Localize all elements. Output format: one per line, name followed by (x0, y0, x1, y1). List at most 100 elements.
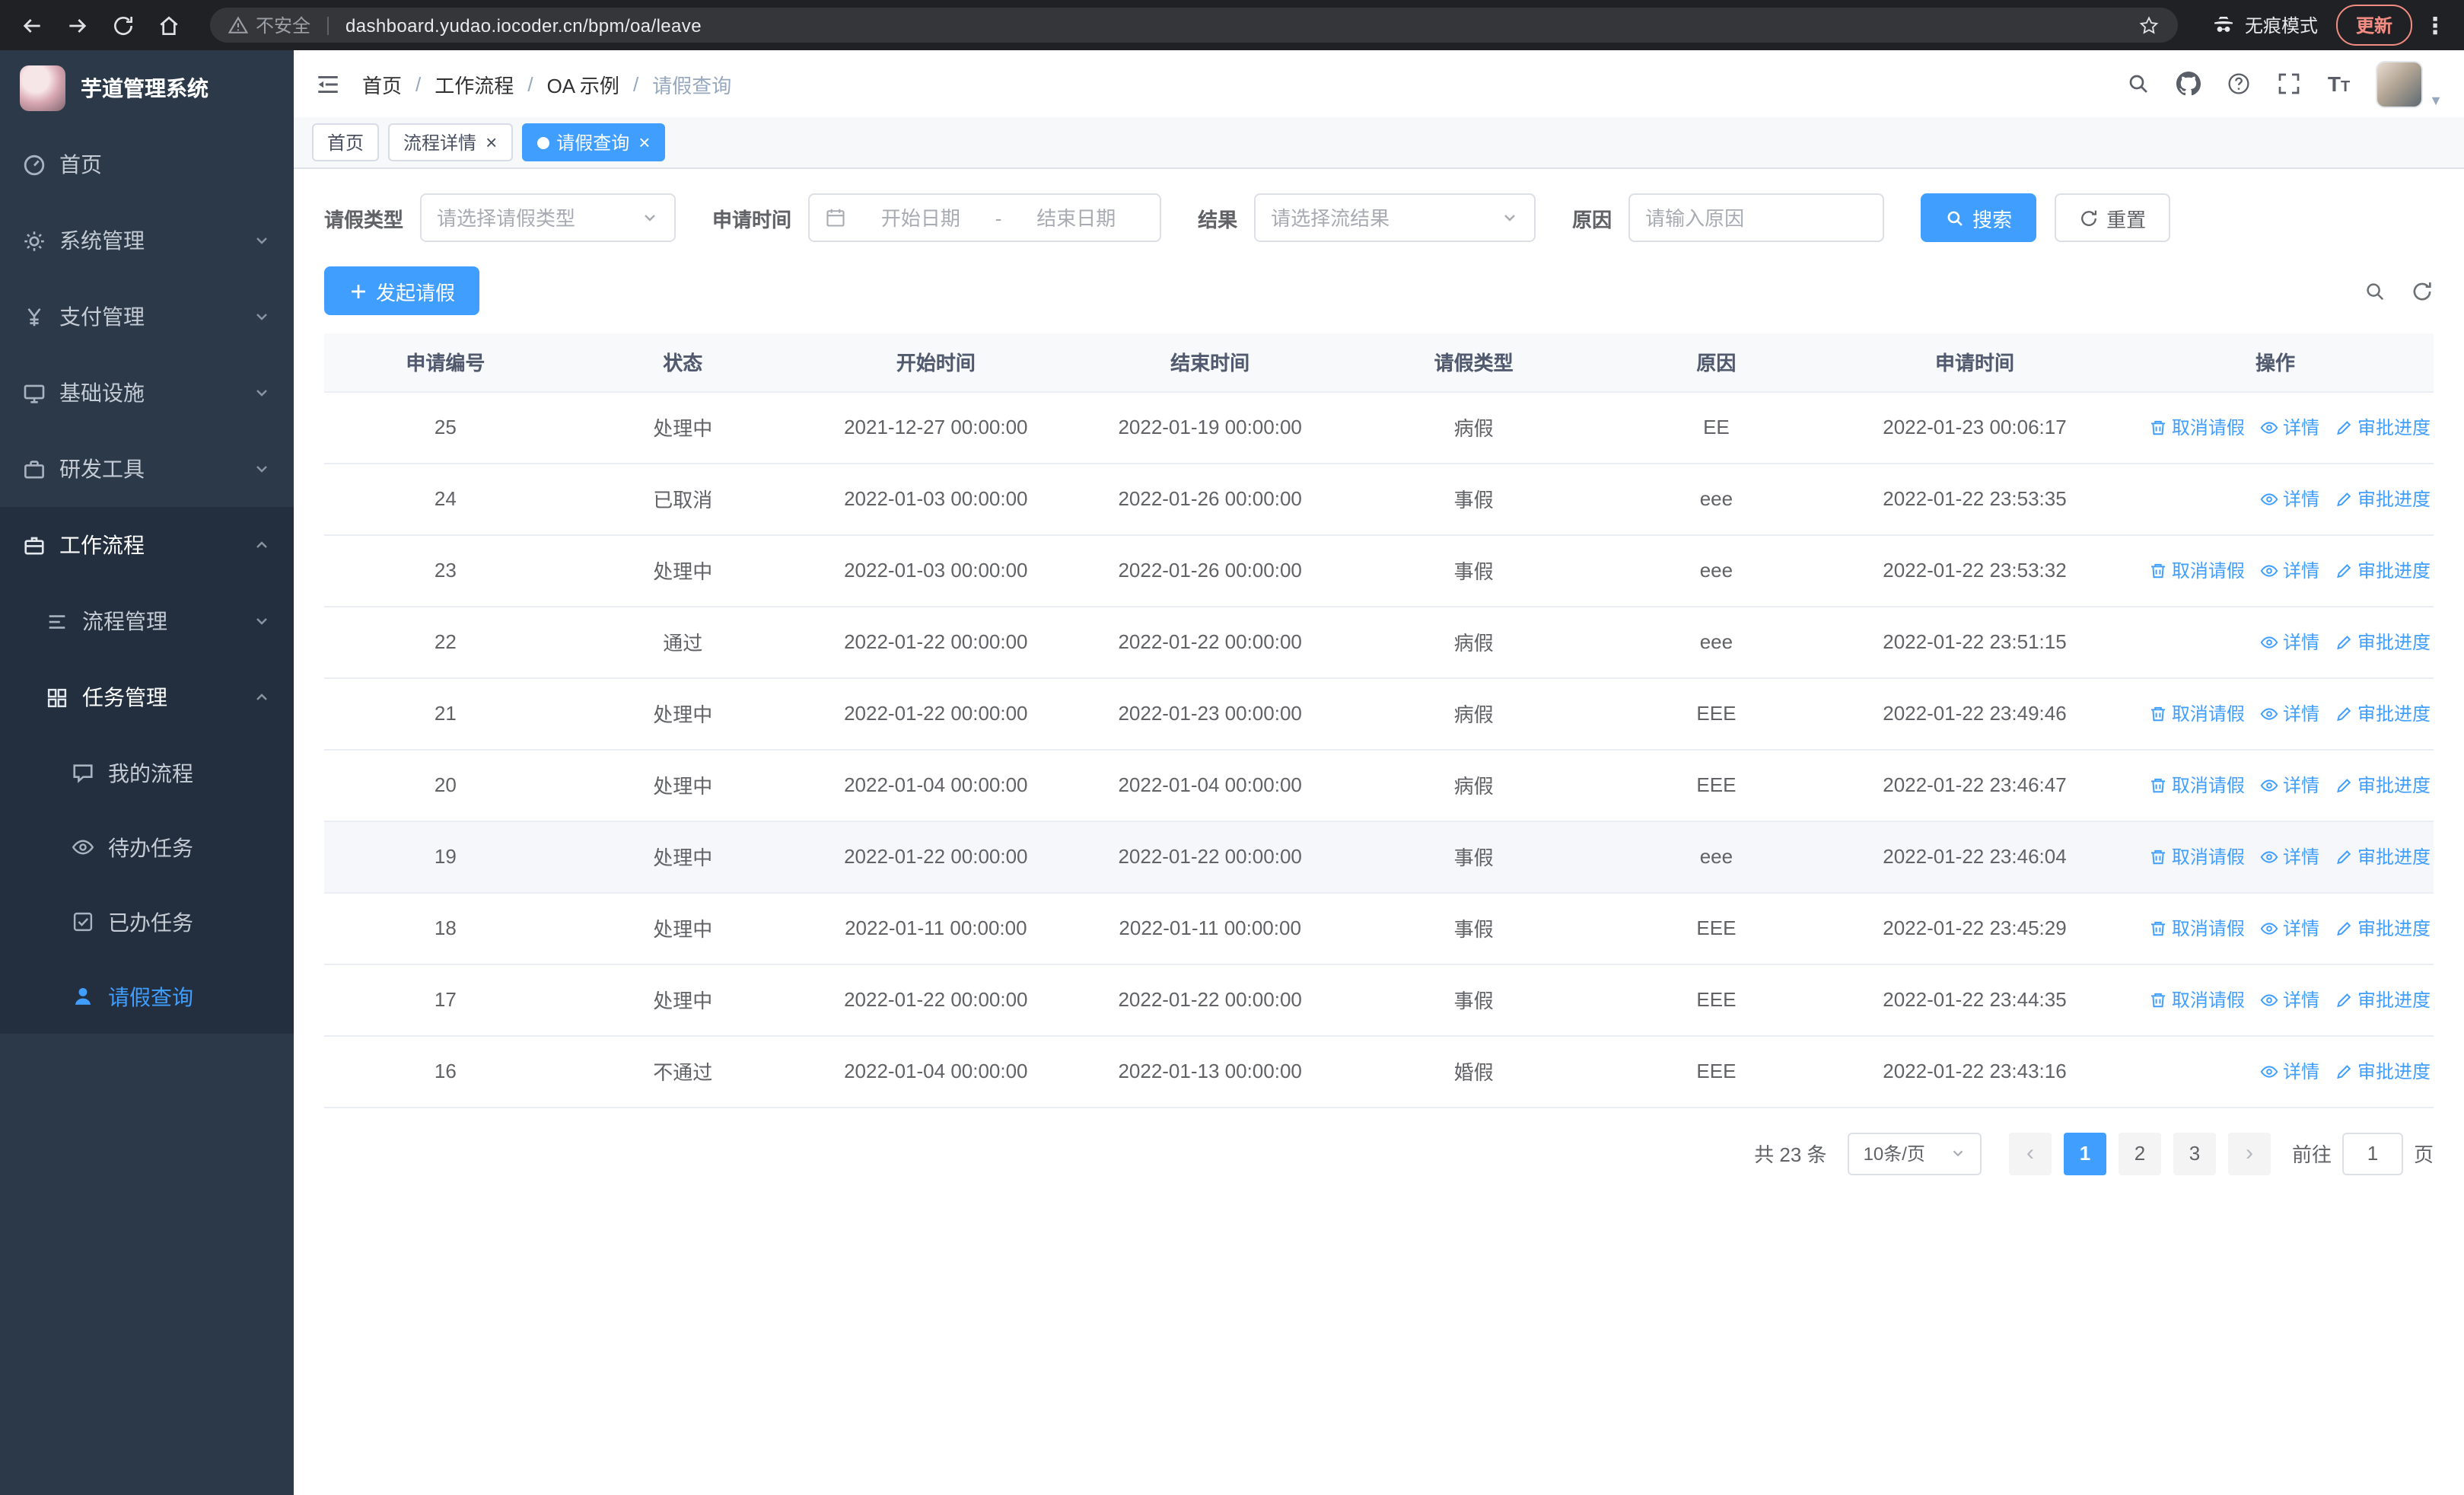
prev-page-button[interactable]: ‹ (2008, 1132, 2052, 1175)
cancel-action-link[interactable]: 取消请假 (2149, 843, 2245, 869)
chevron-down-icon (253, 308, 271, 326)
url-bar[interactable]: 不安全 dashboard.yudao.iocoder.cn/bpm/oa/le… (210, 8, 2178, 43)
filter-label: 请假类型 (324, 208, 404, 231)
page-button-3[interactable]: 3 (2173, 1132, 2216, 1175)
page-button-1[interactable]: 1 (2063, 1132, 2106, 1175)
breadcrumb-item[interactable]: OA 示例 (547, 69, 619, 98)
detail-action-link[interactable]: 详情 (2260, 557, 2319, 583)
sidebar-item-process-management[interactable]: 流程管理 (0, 583, 294, 659)
action-label: 详情 (2282, 489, 2319, 510)
progress-action-link[interactable]: 审批进度 (2335, 987, 2431, 1012)
detail-action-link[interactable]: 详情 (2260, 486, 2319, 512)
sidebar-collapse-icon[interactable] (315, 71, 341, 97)
breadcrumb-item[interactable]: 工作流程 (435, 69, 514, 98)
detail-action-link[interactable]: 详情 (2260, 629, 2319, 655)
sidebar-item-infrastructure[interactable]: 基础设施 (0, 355, 294, 431)
site-security-indicator[interactable]: 不安全 (228, 12, 310, 38)
sidebar-item-home[interactable]: 首页 (0, 126, 294, 202)
cancel-action-link[interactable]: 取消请假 (2149, 700, 2245, 726)
cell-id: 22 (324, 606, 567, 678)
progress-action-link[interactable]: 审批进度 (2335, 557, 2431, 583)
user-menu[interactable]: ▼ (2376, 60, 2443, 107)
result-select[interactable] (1254, 193, 1536, 242)
tab-process-detail[interactable]: 流程详情 × (388, 123, 513, 161)
main-area: 首页 / 工作流程 / OA 示例 / 请假查询 TT ▼ 首页 流程详情 × … (294, 50, 2464, 1495)
cell-status: 已取消 (566, 463, 799, 535)
browser-update-button[interactable]: 更新 (2335, 5, 2412, 46)
eye-icon (2260, 633, 2278, 651)
leave-type-input[interactable] (437, 206, 632, 229)
close-icon[interactable]: × (485, 132, 497, 152)
cell-applied: 2022-01-22 23:51:15 (1832, 606, 2118, 678)
row-actions: 取消请假 详情 审批进度 (2117, 772, 2434, 798)
detail-action-link[interactable]: 详情 (2260, 987, 2319, 1012)
end-date-input[interactable] (1008, 206, 1145, 229)
browser-forward-button[interactable] (58, 5, 97, 45)
sidebar-item-system[interactable]: 系统管理 (0, 202, 294, 279)
detail-action-link[interactable]: 详情 (2260, 1058, 2319, 1084)
detail-action-link[interactable]: 详情 (2260, 915, 2319, 941)
page-content: 请假类型 申请时间 - (294, 169, 2464, 1495)
result-input[interactable] (1271, 206, 1492, 229)
reason-input[interactable] (1645, 206, 1868, 229)
progress-action-link[interactable]: 审批进度 (2335, 915, 2431, 941)
cancel-action-link[interactable]: 取消请假 (2149, 557, 2245, 583)
github-icon[interactable] (2176, 72, 2201, 96)
browser-back-button[interactable] (12, 5, 52, 45)
sidebar-item-pending-tasks[interactable]: 待办任务 (0, 810, 294, 885)
reason-field[interactable] (1628, 193, 1885, 242)
progress-action-link[interactable]: 审批进度 (2335, 414, 2431, 440)
next-page-button[interactable]: › (2227, 1132, 2271, 1175)
progress-action-link[interactable]: 审批进度 (2335, 772, 2431, 798)
sidebar-item-done-tasks[interactable]: 已办任务 (0, 885, 294, 959)
cell-status: 处理中 (566, 534, 799, 607)
goto-page-input[interactable] (2341, 1132, 2403, 1175)
sidebar-item-my-processes[interactable]: 我的流程 (0, 735, 294, 810)
sidebar-item-label: 首页 (59, 152, 102, 177)
cancel-action-link[interactable]: 取消请假 (2149, 772, 2245, 798)
search-icon[interactable] (2127, 72, 2151, 96)
start-date-input[interactable] (852, 206, 989, 229)
breadcrumb-item[interactable]: 首页 (362, 69, 402, 98)
sidebar-item-workflow[interactable]: 工作流程 (0, 507, 294, 583)
close-icon[interactable]: × (638, 132, 650, 152)
help-icon[interactable] (2227, 72, 2252, 96)
create-leave-button[interactable]: 发起请假 (324, 266, 480, 315)
leave-type-select[interactable] (420, 193, 676, 242)
security-label: 不安全 (256, 15, 311, 37)
font-size-icon[interactable]: TT (2328, 72, 2350, 95)
cancel-action-link[interactable]: 取消请假 (2149, 414, 2245, 440)
progress-action-link[interactable]: 审批进度 (2335, 843, 2431, 869)
reset-button[interactable]: 重置 (2055, 193, 2171, 242)
cancel-action-link[interactable]: 取消请假 (2149, 915, 2245, 941)
sidebar-item-leave-query[interactable]: 请假查询 (0, 959, 294, 1034)
page-button-2[interactable]: 2 (2118, 1132, 2161, 1175)
progress-action-link[interactable]: 审批进度 (2335, 1058, 2431, 1084)
detail-action-link[interactable]: 详情 (2260, 700, 2319, 726)
browser-reload-button[interactable] (103, 5, 143, 45)
browser-home-button[interactable] (149, 5, 189, 45)
sidebar-item-payment[interactable]: 支付管理 (0, 279, 294, 355)
progress-action-link[interactable]: 审批进度 (2335, 486, 2431, 512)
refresh-icon[interactable] (2411, 279, 2434, 302)
progress-action-link[interactable]: 审批进度 (2335, 700, 2431, 726)
tab-leave-query[interactable]: 请假查询 × (521, 123, 666, 161)
page-size-select[interactable]: 10条/页 (1848, 1132, 1982, 1175)
detail-action-link[interactable]: 详情 (2260, 772, 2319, 798)
detail-action-link[interactable]: 详情 (2260, 414, 2319, 440)
cancel-action-link[interactable]: 取消请假 (2149, 987, 2245, 1012)
sidebar-item-devtools[interactable]: 研发工具 (0, 431, 294, 507)
detail-action-link[interactable]: 详情 (2260, 843, 2319, 869)
cell-end: 2022-01-22 00:00:00 (1073, 964, 1348, 1036)
progress-action-link[interactable]: 审批进度 (2335, 629, 2431, 655)
fullscreen-icon[interactable] (2278, 72, 2302, 96)
sidebar-item-task-management[interactable]: 任务管理 (0, 659, 294, 735)
browser-menu-icon[interactable]: ⋮ (2418, 11, 2452, 39)
tab-home[interactable]: 首页 (312, 123, 380, 161)
bookmark-star-icon[interactable] (2138, 14, 2160, 36)
col-header-type: 请假类型 (1347, 333, 1600, 392)
search-button[interactable]: 搜索 (1921, 193, 2037, 242)
date-range-picker[interactable]: - (808, 193, 1162, 242)
cell-id: 24 (324, 463, 567, 535)
toggle-search-icon[interactable] (2364, 279, 2386, 302)
